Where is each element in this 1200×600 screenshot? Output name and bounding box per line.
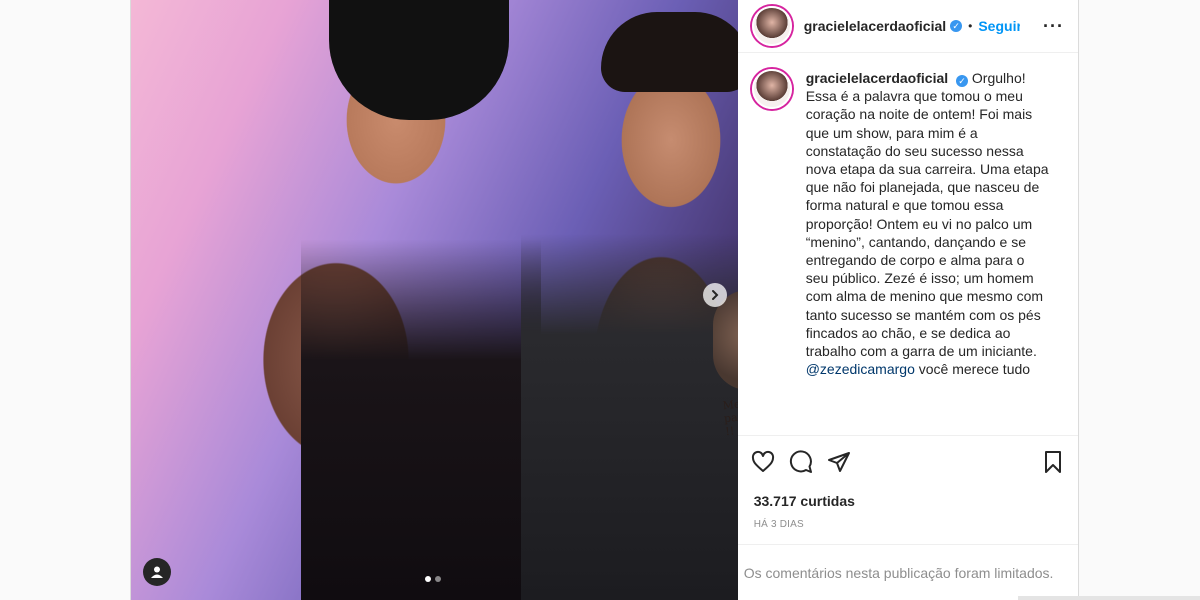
page-bottom-bar: [1018, 596, 1200, 600]
caption-body: Orgulho! Essa é a palavra que tomou o me…: [805, 70, 1049, 360]
caption-username[interactable]: gracielelacerdaoficial: [806, 70, 948, 86]
like-button[interactable]: [750, 449, 776, 475]
comment-button[interactable]: [788, 449, 814, 475]
user-tag-button[interactable]: [143, 558, 171, 586]
verified-badge-icon: ✓: [956, 75, 969, 87]
caption-avatar[interactable]: [751, 69, 792, 109]
carousel-dot-active: [425, 576, 431, 582]
separator-dot: •: [968, 19, 973, 33]
post-timestamp[interactable]: HÁ 3 DIAS: [738, 509, 1078, 544]
comment-icon: [789, 449, 812, 473]
share-button[interactable]: [826, 449, 852, 475]
save-button[interactable]: [1040, 449, 1066, 475]
caption-mention[interactable]: @zezedicamargo: [806, 361, 915, 377]
like-count[interactable]: 33.717 curtidas: [738, 487, 1078, 509]
user-tag-icon: [151, 566, 163, 578]
verified-badge-icon: ✓: [950, 20, 963, 32]
person-right: [521, 10, 738, 600]
heart-icon: [751, 450, 774, 472]
carousel-next-button[interactable]: [703, 283, 727, 307]
send-icon: [827, 451, 850, 472]
header-username[interactable]: gracielelacerdaoficial: [804, 18, 946, 34]
carousel-dot: [435, 576, 441, 582]
hair-right: [601, 12, 738, 92]
bookmark-icon: [1045, 450, 1061, 473]
post-sidebar: gracielelacerdaoficial ✓ • Seguir ··· gr…: [737, 0, 1078, 600]
chevron-right-icon: [712, 290, 719, 300]
post-dialog: Meu pai !! gracielelacerdaoficial ✓ • Se…: [130, 0, 1079, 600]
comments-limited-notice: Os comentários nesta publicação foram li…: [737, 544, 1078, 600]
more-options-icon[interactable]: ···: [1043, 16, 1064, 37]
post-header: gracielelacerdaoficial ✓ • Seguir ···: [737, 0, 1078, 53]
caption-area[interactable]: gracielelacerdaoficial ✓ Orgulho! Essa é…: [738, 53, 1078, 435]
caption-mention-text: você merece tudo: [914, 361, 1031, 378]
avatar[interactable]: [751, 6, 792, 46]
post-image[interactable]: Meu pai !!: [131, 0, 738, 600]
carousel-indicator: [425, 576, 441, 582]
follow-button[interactable]: Seguir: [978, 18, 1020, 34]
caption: gracielelacerdaoficial ✓ Orgulho! Essa é…: [806, 69, 1051, 435]
action-bar: [737, 435, 1078, 487]
